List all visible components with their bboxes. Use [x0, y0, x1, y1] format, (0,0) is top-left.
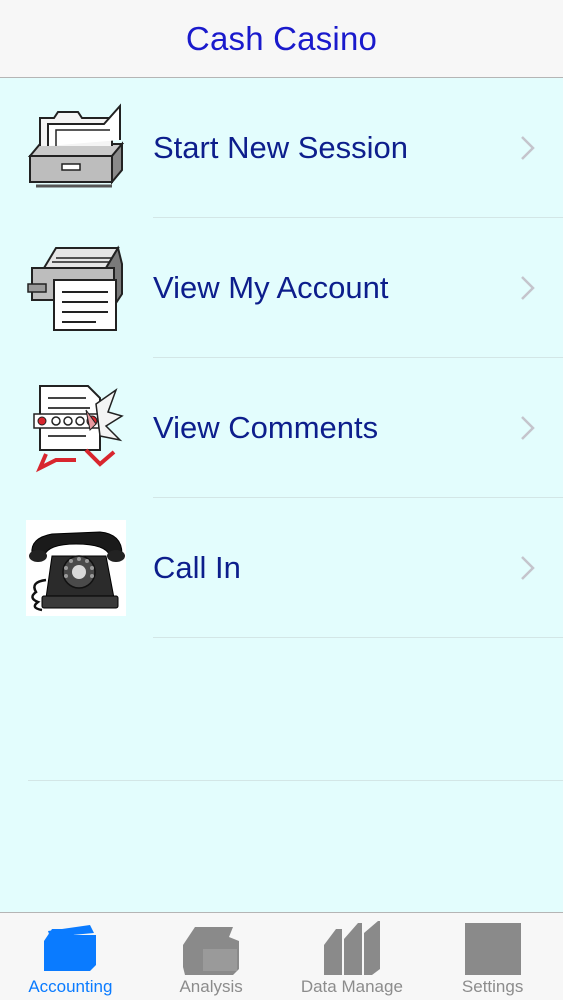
tab-accounting[interactable]: Accounting [0, 913, 141, 1000]
chevron-right-icon [519, 134, 537, 162]
analysis-icon [181, 919, 241, 977]
card-file-icon [26, 240, 126, 336]
page-title: Cash Casino [185, 19, 378, 57]
file-cabinet-icon [26, 100, 126, 196]
accounting-icon [40, 919, 100, 977]
tab-label: Data Manage [300, 977, 403, 996]
tab-bar: Accounting Analysis Data Manage Settings [0, 912, 563, 1000]
settings-icon [463, 919, 523, 977]
menu-item-label: Start New Session [153, 130, 408, 165]
list-divider [28, 780, 563, 781]
chevron-right-icon [519, 554, 537, 582]
menu-item-label: Call In [153, 550, 241, 585]
rotary-phone-icon [26, 520, 126, 616]
tab-data-manage[interactable]: Data Manage [282, 913, 423, 1000]
data-manage-icon [322, 919, 382, 977]
menu-item-view-my-account[interactable]: View My Account [0, 218, 563, 358]
tab-analysis[interactable]: Analysis [141, 913, 282, 1000]
menu-item-label: View Comments [153, 410, 379, 445]
tab-label: Analysis [179, 977, 243, 996]
notepad-icon [26, 380, 126, 476]
menu-item-view-comments[interactable]: View Comments [0, 358, 563, 498]
tab-settings[interactable]: Settings [422, 913, 563, 1000]
tab-label: Accounting [28, 977, 113, 996]
navigation-bar: Cash Casino [0, 0, 563, 78]
menu-list: Start New Session View My Account View C… [0, 78, 563, 638]
menu-item-label: View My Account [153, 270, 389, 305]
chevron-right-icon [519, 414, 537, 442]
row-separator [153, 637, 563, 638]
chevron-right-icon [519, 274, 537, 302]
tab-label: Settings [461, 977, 524, 996]
menu-item-call-in[interactable]: Call In [0, 498, 563, 638]
menu-item-start-new-session[interactable]: Start New Session [0, 78, 563, 218]
